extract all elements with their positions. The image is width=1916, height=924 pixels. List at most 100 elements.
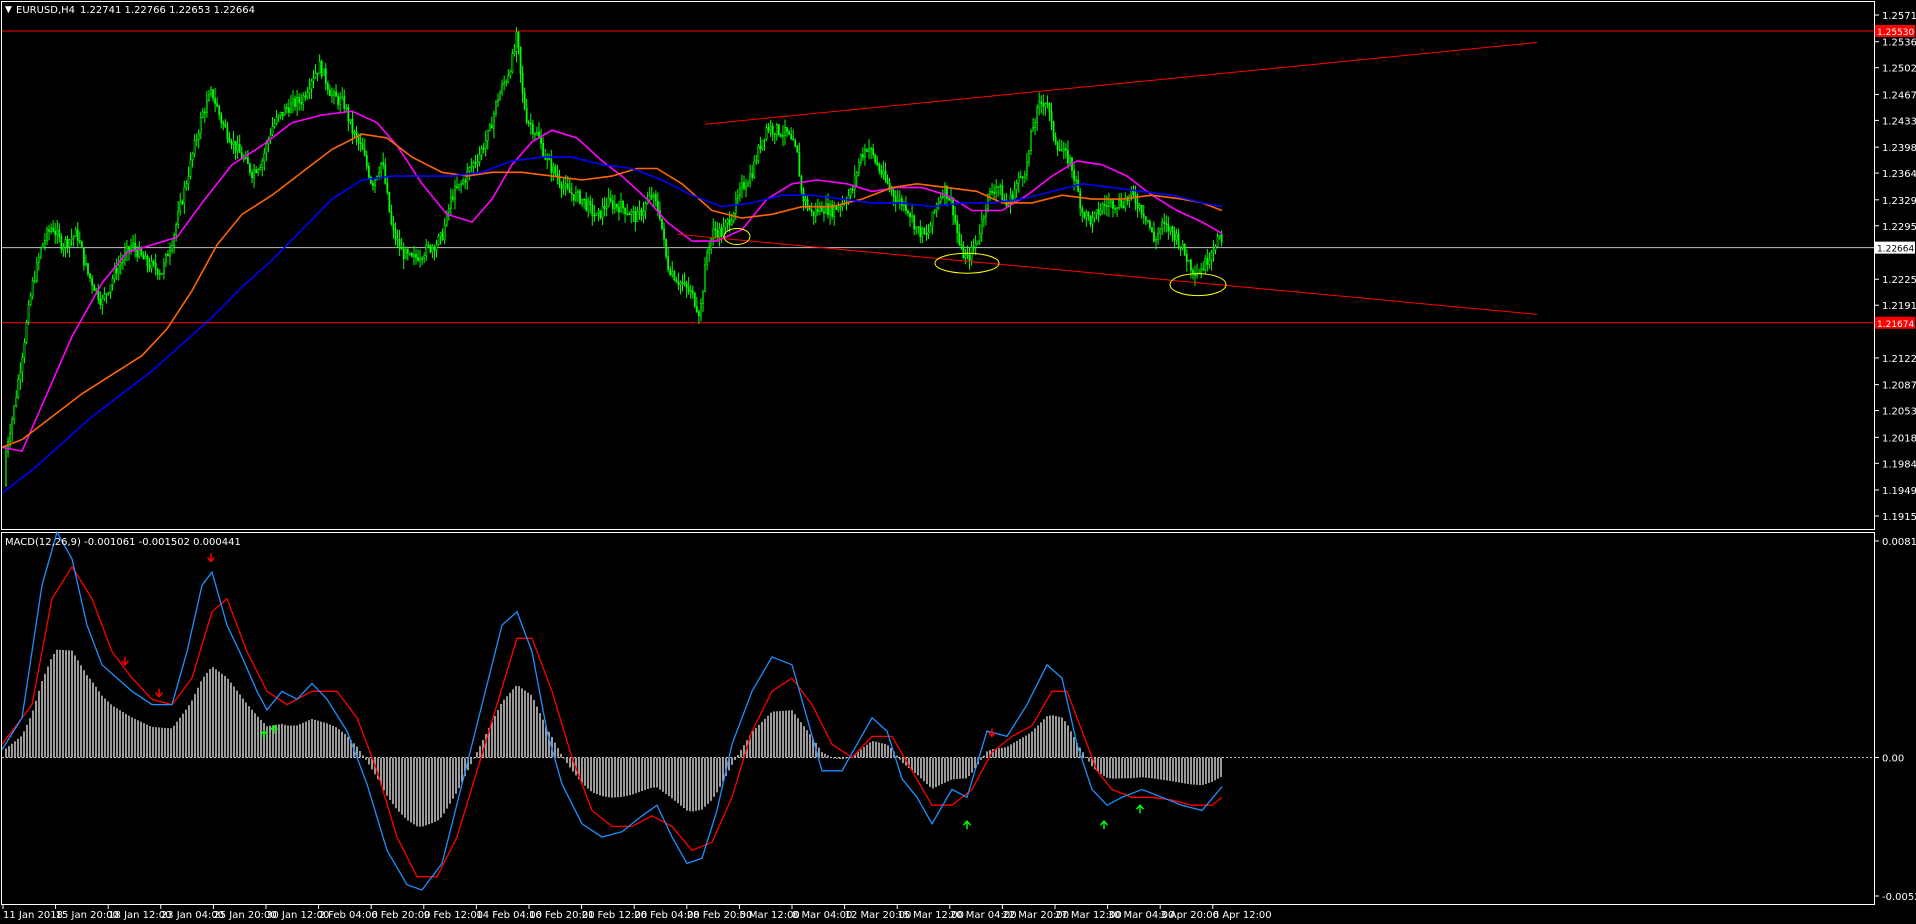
candle-body xyxy=(193,140,196,154)
macd-histogram-bar xyxy=(224,675,226,758)
macd-histogram-bar xyxy=(929,757,931,787)
candle-body xyxy=(1097,209,1100,215)
candle-body xyxy=(306,92,309,98)
price-tick-label: 1.23980 xyxy=(1882,143,1916,154)
macd-histogram-bar xyxy=(14,741,16,758)
candle-body xyxy=(982,216,985,220)
candle-body xyxy=(779,134,782,137)
candle-body xyxy=(517,32,520,48)
candle-body xyxy=(642,210,645,216)
candle-body xyxy=(396,238,399,241)
macd-histogram-bar xyxy=(1073,737,1075,758)
candle-body xyxy=(587,200,590,211)
candle-body xyxy=(786,127,788,133)
macd-histogram-bar xyxy=(569,757,571,768)
candle-body xyxy=(144,256,147,260)
candle-body xyxy=(519,46,522,74)
candle-body xyxy=(415,254,417,258)
candle-body xyxy=(1163,221,1166,224)
candle-body xyxy=(931,211,934,226)
macd-histogram-bar xyxy=(605,757,607,797)
candle-body xyxy=(238,144,241,153)
macd-histogram-bar xyxy=(986,751,988,758)
candle-body xyxy=(777,124,780,136)
candle-body xyxy=(462,180,465,185)
macd-histogram-bar xyxy=(149,726,151,758)
macd-histogram-bar xyxy=(446,757,448,809)
candle-body xyxy=(312,77,315,82)
macd-histogram-bar xyxy=(644,757,646,791)
header-triangle-icon[interactable]: ▼ xyxy=(5,5,12,15)
candle-body xyxy=(91,277,94,286)
macd-histogram-bar xyxy=(629,757,631,796)
candle-body xyxy=(1149,221,1151,228)
candle-body xyxy=(833,206,836,217)
candle-body xyxy=(515,32,518,53)
candle-body xyxy=(474,162,477,164)
symbol-label: EURUSD,H4 xyxy=(16,5,75,16)
macd-histogram-bar xyxy=(308,720,310,758)
candle-body xyxy=(603,206,606,209)
macd-histogram-bar xyxy=(269,725,271,758)
candle-body xyxy=(796,145,799,153)
candle-body xyxy=(257,169,260,173)
candle-body xyxy=(1085,211,1088,218)
candle-body xyxy=(849,188,852,196)
candle-body xyxy=(1165,223,1168,225)
candle-body xyxy=(224,123,227,127)
candle-body xyxy=(628,213,631,216)
macd-histogram-bar xyxy=(737,755,739,758)
macd-histogram-bar xyxy=(1190,757,1192,785)
macd-histogram-bar xyxy=(713,757,715,797)
candle-body xyxy=(406,249,409,254)
candle-body xyxy=(1077,179,1080,192)
macd-histogram-bar xyxy=(608,757,610,798)
candle-body xyxy=(1060,149,1063,152)
macd-histogram-bar xyxy=(182,713,184,758)
candle-body xyxy=(1161,221,1164,230)
candle-body xyxy=(654,194,657,202)
candle-body xyxy=(1079,191,1082,209)
candle-body xyxy=(158,273,161,275)
candle-body xyxy=(679,282,682,285)
macd-histogram-bar xyxy=(71,650,73,758)
candle-body xyxy=(1038,101,1041,108)
macd-histogram-bar xyxy=(1166,757,1168,781)
macd-histogram-bar xyxy=(44,673,46,758)
candle-body xyxy=(390,211,393,225)
candle-body xyxy=(872,148,875,156)
macd-histogram-bar xyxy=(641,757,643,792)
macd-histogram-bar xyxy=(8,746,10,758)
macd-histogram-bar xyxy=(920,757,922,779)
candle-body xyxy=(488,124,491,131)
macd-header-label: MACD(12,26,9) -0.001061 -0.001502 0.0004… xyxy=(5,537,241,548)
candle-body xyxy=(228,138,231,143)
candle-body xyxy=(349,119,352,122)
macd-histogram-bar xyxy=(752,731,754,758)
candle-body xyxy=(15,396,18,407)
candle-body xyxy=(162,262,165,274)
candle-body xyxy=(35,261,38,281)
macd-histogram-bar xyxy=(926,757,928,785)
candle-body xyxy=(952,197,955,216)
macd-histogram-bar xyxy=(434,757,436,823)
macd-histogram-bar xyxy=(155,727,157,758)
macd-histogram-bar xyxy=(761,721,763,758)
candle-body xyxy=(107,292,110,294)
candle-body xyxy=(287,107,290,113)
candle-body xyxy=(1056,142,1059,150)
candle-body xyxy=(927,231,930,235)
candle-body xyxy=(577,191,579,193)
macd-histogram-bar xyxy=(407,757,409,821)
macd-tick-label: 0.008173 xyxy=(1882,537,1916,548)
candle-body xyxy=(187,176,190,185)
macd-histogram-bar xyxy=(386,757,388,796)
macd-histogram-bar xyxy=(317,720,319,758)
macd-histogram-bar xyxy=(296,725,298,758)
candle-body xyxy=(136,249,139,258)
macd-histogram-bar xyxy=(74,655,76,758)
macd-histogram-bar xyxy=(620,757,622,797)
candle-body xyxy=(21,357,24,373)
macd-histogram-bar xyxy=(83,670,85,758)
macd-histogram-bar xyxy=(1052,715,1054,758)
